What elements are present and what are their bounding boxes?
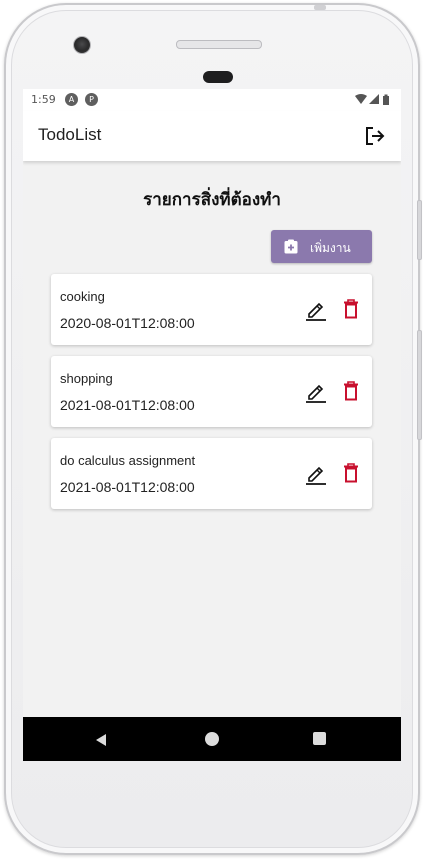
delete-button[interactable] [343,463,359,483]
trash-icon [344,299,358,319]
logout-icon [366,127,385,145]
power-button [417,330,422,440]
system-nav-bar [23,717,401,761]
edit-icon [306,302,326,321]
app-bar: TodoList [23,111,401,161]
back-icon [96,734,106,746]
home-icon[interactable] [205,732,219,746]
status-icons [355,94,393,108]
trash-icon [344,381,358,401]
todo-date: 2021-08-01T12:08:00 [60,479,195,495]
volume-button [417,200,422,260]
device-mockup: 1:59 A P TodoList รายการสิ่งที่ต้องทำ เพ… [0,0,427,860]
notification-icon-a: A [65,93,78,106]
todo-title: cooking [60,289,105,304]
app-screen: 1:59 A P TodoList รายการสิ่งที่ต้องทำ เพ… [23,89,401,761]
todo-item: shopping 2021-08-01T12:08:00 [51,356,372,427]
trash-icon [344,463,358,483]
add-task-button[interactable]: เพิ่มงาน [271,230,372,263]
proximity-sensor [203,71,233,83]
edit-icon [306,466,326,485]
recent-apps-icon[interactable] [313,732,326,745]
todo-list: cooking 2020-08-01T12:08:00 shopping 202… [51,274,372,520]
add-task-label: เพิ่มงาน [310,241,351,255]
edit-button[interactable] [305,381,327,403]
todo-title: shopping [60,371,113,386]
earpiece-speaker [176,40,262,49]
phone-top-button [314,5,326,10]
signal-icon [369,94,379,104]
wifi-icon [355,94,367,104]
todo-item: cooking 2020-08-01T12:08:00 [51,274,372,345]
front-camera [73,36,91,54]
todo-date: 2020-08-01T12:08:00 [60,315,195,331]
status-bar: 1:59 A P [23,89,401,111]
nav-back-button[interactable] [94,732,108,746]
todo-date: 2021-08-01T12:08:00 [60,397,195,413]
status-time: 1:59 [31,93,56,106]
edit-icon [306,384,326,403]
edit-button[interactable] [305,463,327,485]
notification-icon-b: P [85,93,98,106]
logout-button[interactable] [363,124,387,148]
edit-button[interactable] [305,299,327,321]
todo-item: do calculus assignment 2021-08-01T12:08:… [51,438,372,509]
page-heading: รายการสิ่งที่ต้องทำ [143,190,281,210]
todo-title: do calculus assignment [60,453,196,468]
delete-button[interactable] [343,299,359,319]
delete-button[interactable] [343,381,359,401]
battery-icon [383,94,389,105]
app-title: TodoList [38,125,102,144]
add-task-icon [284,239,298,254]
